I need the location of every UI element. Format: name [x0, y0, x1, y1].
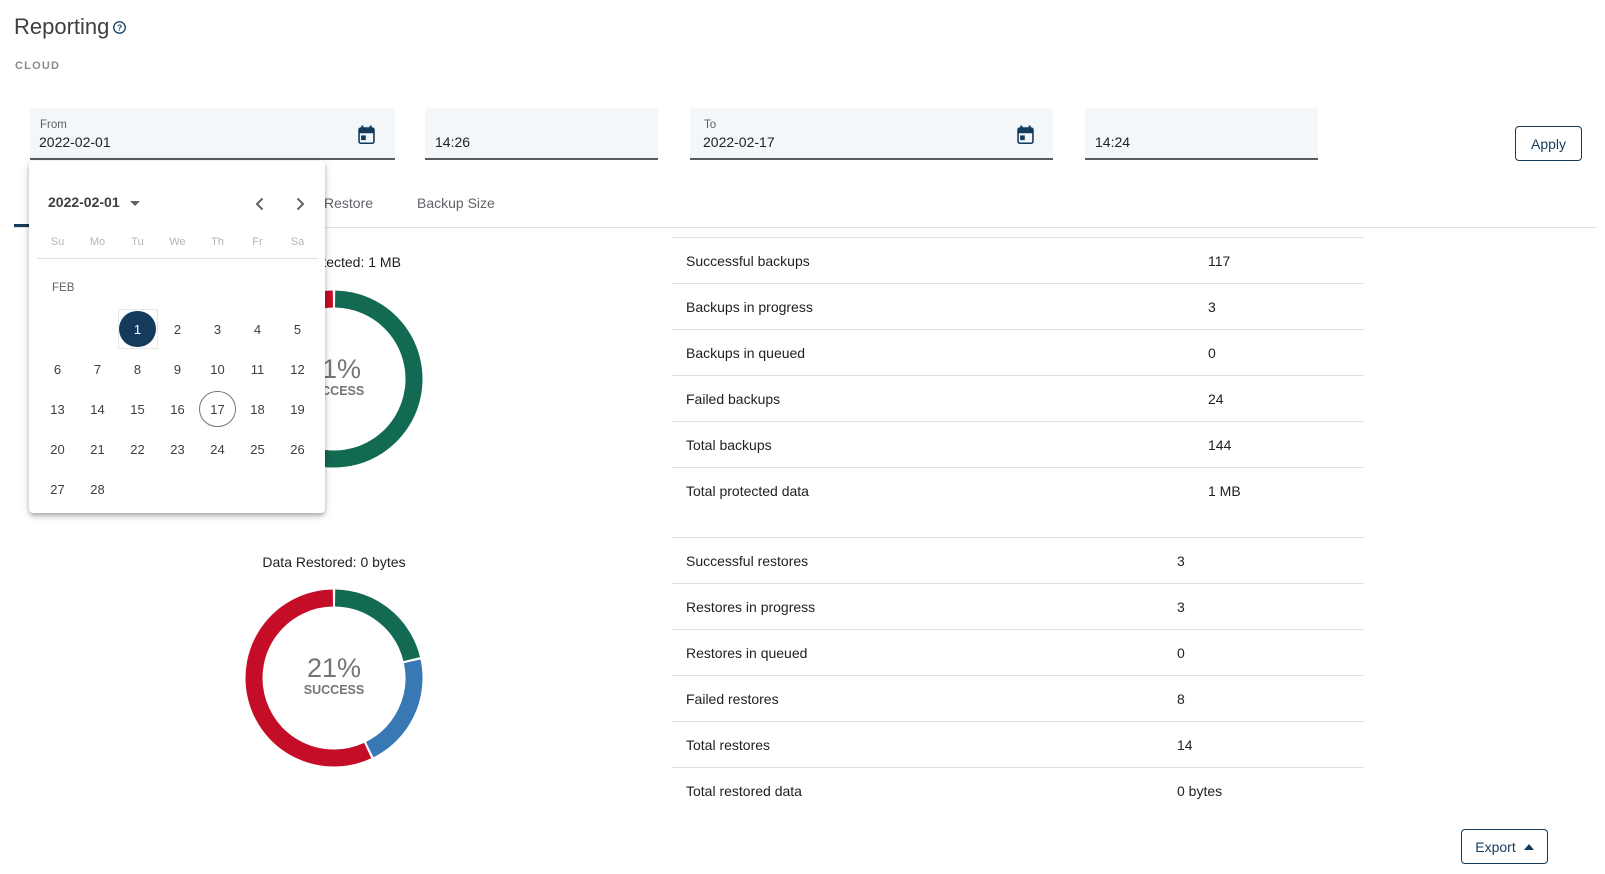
svg-text:?: ?	[116, 22, 121, 32]
